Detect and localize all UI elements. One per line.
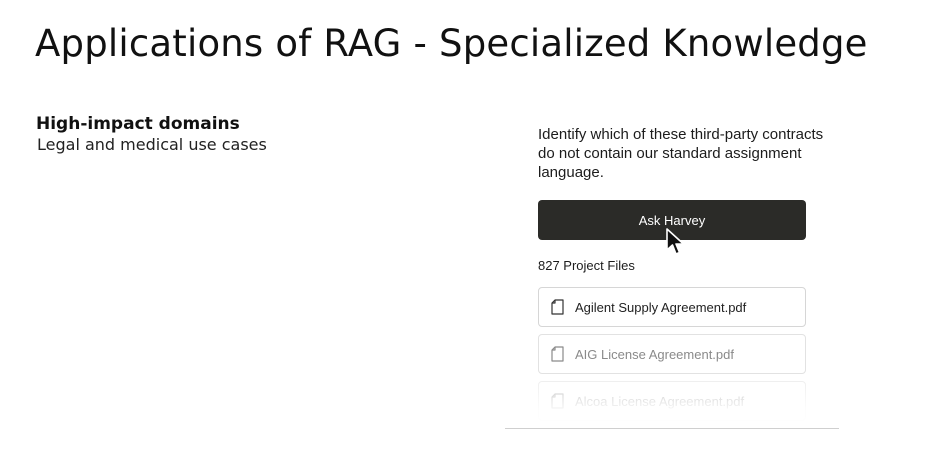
slide-title: Applications of RAG - Specialized Knowle… <box>35 22 868 65</box>
left-text-block: High-impact domains Legal and medical us… <box>36 114 267 155</box>
file-name: Agilent Supply Agreement.pdf <box>575 299 747 315</box>
section-subheading: Legal and medical use cases <box>37 135 267 154</box>
mouse-pointer-icon <box>666 228 685 255</box>
document-icon <box>551 299 564 315</box>
file-item[interactable]: Agilent Supply Agreement.pdf <box>538 287 806 327</box>
file-list: Agilent Supply Agreement.pdf AIG License… <box>538 287 806 428</box>
document-icon <box>551 346 564 362</box>
project-files-count: 827 Project Files <box>538 258 635 273</box>
file-item[interactable]: Alcoa License Agreement.pdf <box>538 381 806 421</box>
harvey-demo-panel: Identify which of these third-party cont… <box>505 96 839 429</box>
file-name: AIG License Agreement.pdf <box>575 346 734 362</box>
section-heading: High-impact domains <box>36 114 240 134</box>
file-item[interactable]: AIG License Agreement.pdf <box>538 334 806 374</box>
prompt-text: Identify which of these third-party cont… <box>538 126 824 181</box>
file-name: Alcoa License Agreement.pdf <box>575 393 745 409</box>
document-icon <box>551 393 564 409</box>
